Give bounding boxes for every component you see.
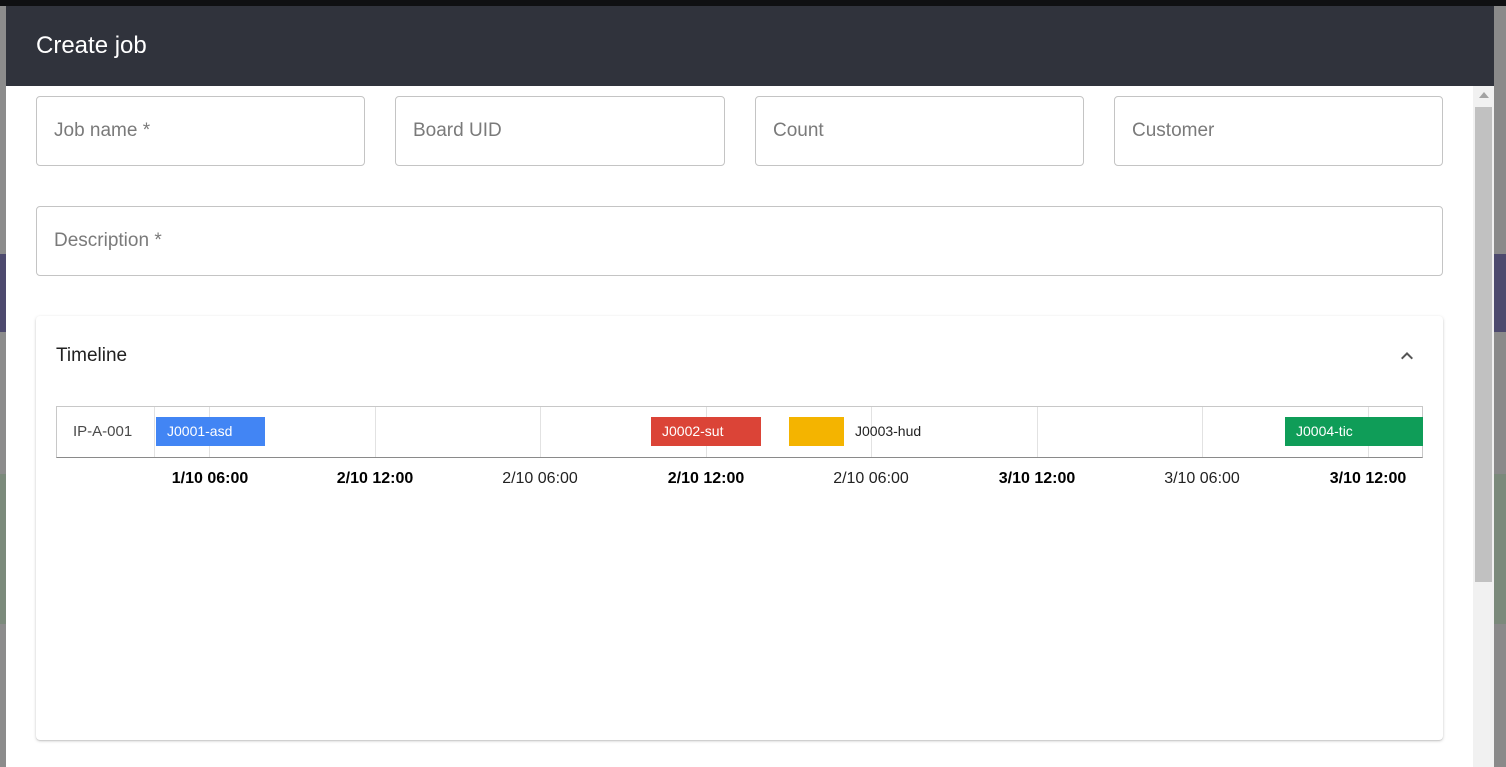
job-name-input[interactable]	[54, 120, 364, 142]
backdrop-band	[1494, 474, 1506, 624]
count-input[interactable]	[773, 120, 1083, 142]
timeline-tick-label: 2/10 06:00	[833, 470, 909, 487]
timeline-panel-title: Timeline	[56, 345, 128, 366]
board-uid-field[interactable]	[395, 96, 725, 166]
create-job-dialog: Create job Timeline IP-A-001	[6, 6, 1494, 767]
timeline-chart: IP-A-001 J0001-asd J0002-sut J0003-hud J…	[56, 406, 1423, 458]
timeline-panel: Timeline IP-A-001 J0001-asd J0002-sut J0…	[36, 316, 1443, 740]
description-input[interactable]	[54, 230, 1442, 252]
job-bar-label: J0002-sut	[662, 423, 724, 439]
job-bar-label: J0001-asd	[167, 423, 233, 439]
timeline-tick-label: 3/10 06:00	[1164, 470, 1240, 487]
timeline-gridline	[540, 407, 541, 457]
board-uid-input[interactable]	[413, 120, 724, 142]
backdrop-right	[1494, 6, 1506, 767]
timeline-gridline	[1037, 407, 1038, 457]
job-bar-j0001[interactable]: J0001-asd	[156, 417, 265, 446]
timeline-tick-label: 3/10 12:00	[1329, 470, 1407, 487]
scrollbar-thumb[interactable]	[1475, 107, 1492, 582]
timeline-tick-label: 2/10 12:00	[336, 470, 414, 487]
chevron-up-icon[interactable]	[1395, 344, 1419, 368]
job-bar-label: J0004-tic	[1296, 423, 1353, 439]
job-bar-j0002[interactable]: J0002-sut	[651, 417, 761, 446]
count-field[interactable]	[755, 96, 1084, 166]
timeline-gridline	[375, 407, 376, 457]
timeline-row-label: IP-A-001	[73, 423, 133, 440]
backdrop-band	[1494, 254, 1506, 332]
dialog-header: Create job	[6, 6, 1494, 86]
timeline-gridline	[1202, 407, 1203, 457]
job-bar-label-outside: J0003-hud	[855, 423, 922, 439]
vertical-scrollbar[interactable]	[1473, 86, 1494, 767]
job-bar-j0004[interactable]: J0004-tic	[1285, 417, 1423, 446]
job-name-field[interactable]	[36, 96, 365, 166]
timeline-gridline	[154, 407, 155, 457]
dialog-title: Create job	[36, 32, 147, 59]
customer-input[interactable]	[1132, 120, 1442, 142]
timeline-tick-label: 2/10 12:00	[667, 470, 745, 487]
dialog-body: Timeline IP-A-001 J0001-asd	[6, 86, 1473, 767]
timeline-tick-label: 1/10 06:00	[171, 470, 249, 487]
customer-field[interactable]	[1114, 96, 1443, 166]
scroll-up-arrow-icon[interactable]	[1479, 92, 1489, 98]
timeline-tick-label: 2/10 06:00	[502, 470, 578, 487]
job-bar-j0003[interactable]	[789, 417, 844, 446]
description-field[interactable]	[36, 206, 1443, 276]
timeline-tick-label: 3/10 12:00	[998, 470, 1076, 487]
